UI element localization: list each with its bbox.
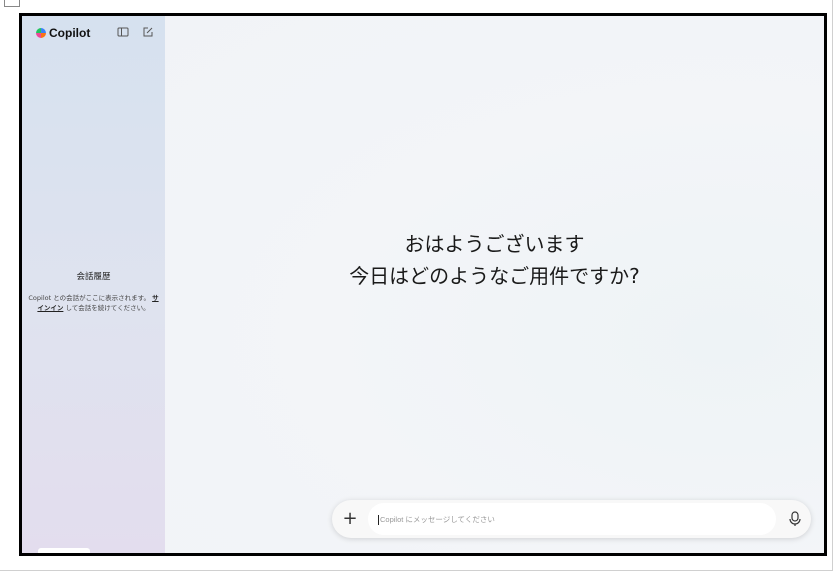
app-window: Copilot 会話履歴 Copilot との会話がここに表示されます。 サイン…	[19, 13, 827, 556]
history-title: 会話履歴	[76, 272, 111, 282]
plus-icon[interactable]: +	[340, 509, 360, 529]
sidebar-toggle-icon[interactable]	[117, 26, 129, 38]
placeholder-text: Copilot にメッセージしてください	[380, 515, 495, 524]
history-description: Copilot との会話がここに表示されます。 サインイン して会話を続けてくだ…	[28, 293, 159, 314]
copilot-logo-icon	[36, 28, 46, 38]
app-name: Copilot	[49, 26, 91, 40]
history-text-before: Copilot との会話がここに表示されます。	[28, 294, 151, 302]
message-input[interactable]: Copilot にメッセージしてください	[368, 503, 776, 535]
new-chat-icon[interactable]	[142, 26, 154, 38]
text-cursor	[378, 515, 379, 526]
greeting: おはようございます 今日はどのようなご用件ですか?	[165, 228, 824, 292]
microphone-icon[interactable]	[787, 510, 803, 528]
main-area: おはようございます 今日はどのようなご用件ですか? + Copilot にメッセ…	[165, 16, 824, 553]
greeting-line-1: おはようございます	[404, 232, 585, 256]
message-placeholder: Copilot にメッセージしてください	[378, 514, 495, 526]
conversation-history: 会話履歴 Copilot との会話がここに表示されます。 サインイン して会話を…	[28, 270, 159, 314]
greeting-line-2: 今日はどのようなご用件ですか?	[349, 264, 640, 288]
message-composer: + Copilot にメッセージしてください	[332, 500, 811, 538]
history-text-after: して会話を続けてください。	[65, 304, 150, 313]
corner-mark	[4, 0, 20, 7]
brand[interactable]: Copilot	[36, 26, 90, 40]
sidebar: Copilot 会話履歴 Copilot との会話がここに表示されます。 サイン…	[22, 16, 165, 553]
sidebar-bottom-button[interactable]	[38, 548, 90, 553]
